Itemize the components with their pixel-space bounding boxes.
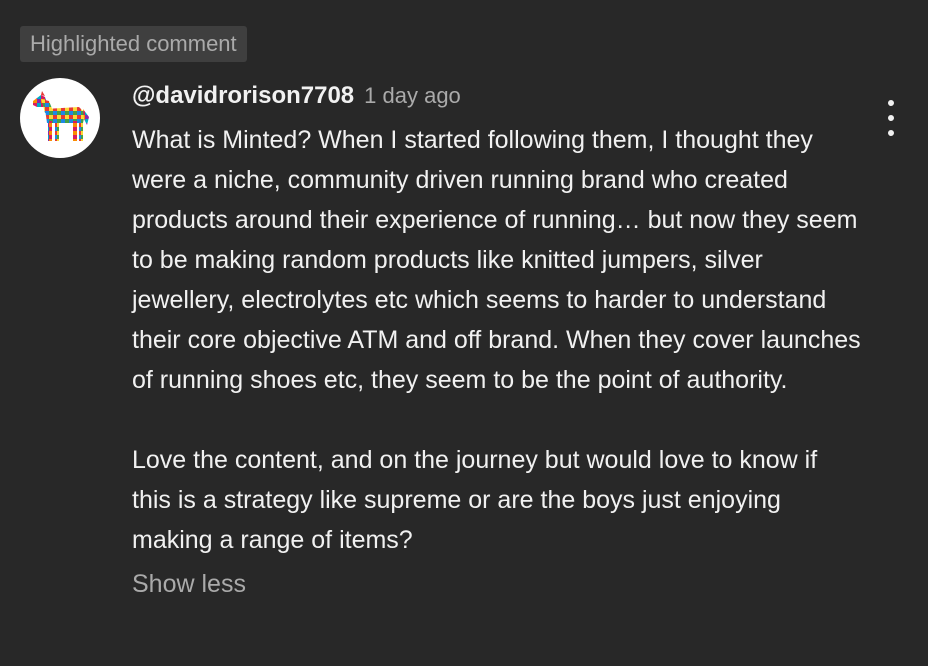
comment-header: @davidrorison7708 1 day ago [132, 82, 862, 112]
highlighted-comment-badge: Highlighted comment [20, 26, 247, 62]
menu-dot [888, 130, 894, 136]
patchwork-horse-icon [33, 91, 89, 141]
avatar[interactable] [20, 78, 100, 158]
comment-body: @davidrorison7708 1 day ago What is Mint… [132, 82, 862, 599]
menu-dot [888, 100, 894, 106]
comment-text: What is Minted? When I started following… [132, 120, 862, 560]
comment-paragraph: What is Minted? When I started following… [132, 126, 861, 394]
comment-author[interactable]: @davidrorison7708 [132, 82, 354, 110]
show-less-button[interactable]: Show less [132, 570, 246, 599]
menu-dot [888, 115, 894, 121]
more-vert-icon[interactable] [876, 100, 906, 136]
badge-label: Highlighted comment [30, 31, 237, 56]
comment-timestamp[interactable]: 1 day ago [364, 83, 461, 109]
comment-paragraph: Love the content, and on the journey but… [132, 446, 818, 554]
